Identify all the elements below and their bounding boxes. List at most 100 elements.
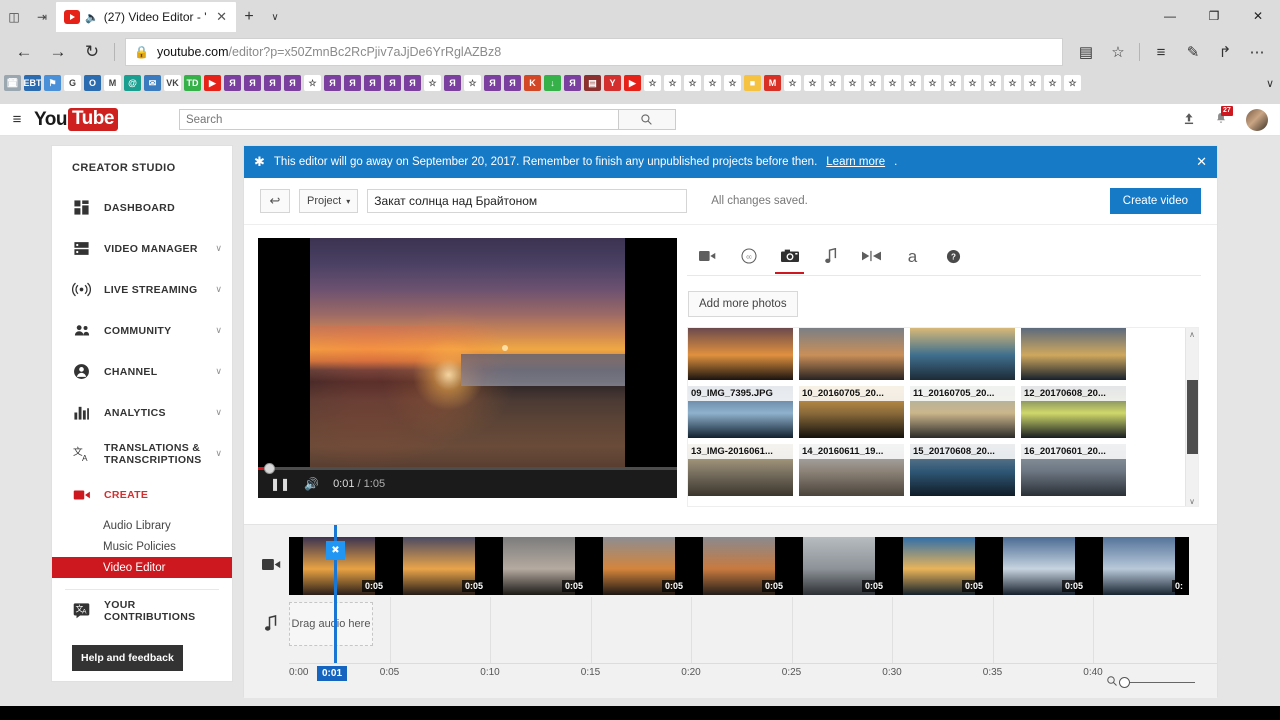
timeline-clip[interactable]: 0:	[1089, 537, 1189, 595]
photo-thumbnail[interactable]	[799, 328, 904, 380]
bookmark-item[interactable]: VK	[164, 75, 181, 91]
bookmark-item[interactable]: Я	[564, 75, 581, 91]
bookmark-item[interactable]: ☆	[1024, 75, 1041, 91]
timeline-clip[interactable]: 0:05	[889, 537, 989, 595]
timeline-playhead[interactable]: ✖ 0:01	[317, 525, 348, 681]
bookmark-item[interactable]: ☆	[724, 75, 741, 91]
bookmark-item[interactable]: ☆	[904, 75, 921, 91]
bookmark-item[interactable]: Я	[484, 75, 501, 91]
preview-stage[interactable]	[258, 238, 677, 470]
project-dropdown[interactable]: Project ▾	[299, 189, 359, 213]
scroll-up-icon[interactable]: ∧	[1186, 328, 1198, 341]
window-minimize-button[interactable]: —	[1148, 0, 1192, 32]
photos-scrollbar[interactable]: ∧ ∨	[1185, 328, 1198, 506]
bookmark-item[interactable]: Я	[264, 75, 281, 91]
sidebar-subitem-video-editor[interactable]: Video Editor	[52, 557, 232, 578]
help-and-feedback-button[interactable]: Help and feedback	[72, 645, 183, 671]
pause-icon[interactable]: ❚❚	[270, 477, 290, 491]
volume-icon[interactable]: 🔊	[304, 477, 319, 491]
bookmark-item[interactable]: K	[524, 75, 541, 91]
tab-creative-commons[interactable]: cc	[728, 238, 769, 274]
timeline-clip[interactable]: 0:05	[389, 537, 489, 595]
sidebar-item-community[interactable]: COMMUNITY ∨	[52, 310, 232, 351]
bookmark-item[interactable]: ☆	[824, 75, 841, 91]
tab-list-caret-icon[interactable]: ∨	[262, 2, 288, 32]
window-maximize-button[interactable]: ❐	[1192, 0, 1236, 32]
bookmark-item[interactable]: ✉	[144, 75, 161, 91]
forward-icon[interactable]: →	[42, 37, 74, 67]
bookmark-item[interactable]: ☆	[984, 75, 1001, 91]
photo-thumbnail[interactable]	[910, 328, 1015, 380]
create-video-button[interactable]: Create video	[1109, 188, 1201, 214]
avatar[interactable]	[1246, 108, 1268, 131]
bookmarks-overflow-caret-icon[interactable]: ∨	[1266, 77, 1276, 90]
bookmark-item[interactable]: ■	[744, 75, 761, 91]
sidebar-item-translations[interactable]: 文A TRANSLATIONS & TRANSCRIPTIONS ∨	[52, 433, 232, 474]
timeline-clip[interactable]: 0:05	[989, 537, 1089, 595]
bookmark-item[interactable]: M	[764, 75, 781, 91]
address-bar[interactable]: 🔒 youtube.com/editor?p=x50ZmnBc2RcPjiv7a…	[125, 38, 1063, 66]
bookmark-item[interactable]: ☆	[864, 75, 881, 91]
search-button[interactable]	[618, 109, 676, 130]
share-icon[interactable]: ↱	[1210, 37, 1240, 67]
bookmark-item[interactable]: Я	[224, 75, 241, 91]
sidebar-item-video-manager[interactable]: VIDEO MANAGER ∨	[52, 228, 232, 269]
bookmark-item[interactable]: Я	[404, 75, 421, 91]
audio-drop-zone[interactable]: Drag audio here	[289, 602, 373, 646]
bookmark-item[interactable]: ▶	[624, 75, 641, 91]
bookmark-item[interactable]: ☆	[944, 75, 961, 91]
upload-icon[interactable]	[1182, 111, 1196, 129]
scroll-down-icon[interactable]: ∨	[1186, 495, 1198, 506]
bookmark-item[interactable]: Я	[444, 75, 461, 91]
bookmark-item[interactable]: ☆	[704, 75, 721, 91]
banner-close-icon[interactable]: ✕	[1196, 154, 1207, 170]
photo-thumbnail[interactable]: 11_20160705_20...	[910, 386, 1015, 438]
sidebar-item-create[interactable]: CREATE	[52, 474, 232, 515]
tab-my-videos[interactable]	[687, 238, 728, 274]
bookmark-item[interactable]: Я	[244, 75, 261, 91]
bookmark-item[interactable]: ☆	[804, 75, 821, 91]
browser-tab[interactable]: 🔈 (27) Video Editor - ' ✕	[56, 2, 236, 32]
bookmark-item[interactable]: ☆	[964, 75, 981, 91]
more-settings-icon[interactable]: ⋯	[1242, 37, 1272, 67]
sidebar-subitem-audio-library[interactable]: Audio Library	[52, 515, 232, 536]
notifications-bell-icon[interactable]: 27	[1214, 105, 1233, 129]
sidebar-item-live-streaming[interactable]: LIVE STREAMING ∨	[52, 269, 232, 310]
bookmark-item[interactable]: ▶	[204, 75, 221, 91]
bookmark-item[interactable]: ☆	[464, 75, 481, 91]
bookmark-item[interactable]: Я	[324, 75, 341, 91]
player-progress-knob[interactable]	[264, 463, 275, 474]
favorites-star-icon[interactable]: ☆	[1103, 37, 1133, 67]
sidebar-item-dashboard[interactable]: DASHBOARD	[52, 187, 232, 228]
bookmark-item[interactable]: O	[84, 75, 101, 91]
timeline-ruler[interactable]: 0:00 0:05 0:10 0:15 0:20 0:25 0:30 0:35 0:40	[289, 663, 1217, 683]
bookmark-item[interactable]: 🗓	[4, 75, 21, 91]
bookmark-item[interactable]: ☆	[1044, 75, 1061, 91]
learn-more-link[interactable]: Learn more	[826, 156, 885, 168]
bookmark-item[interactable]: ☆	[304, 75, 321, 91]
timeline-clip[interactable]: 0:05	[789, 537, 889, 595]
timeline-clip[interactable]: 0:05	[689, 537, 789, 595]
set-aside-tabs-icon[interactable]: ⇥	[28, 2, 56, 32]
undo-icon[interactable]: ↩	[260, 189, 290, 213]
sidebar-item-channel[interactable]: CHANNEL ∨	[52, 351, 232, 392]
tab-audio-icon[interactable]: 🔈	[85, 11, 99, 24]
tab-transitions[interactable]	[851, 238, 892, 274]
tab-help[interactable]: ?	[933, 238, 974, 274]
web-note-icon[interactable]: ✎	[1178, 37, 1208, 67]
bookmark-item[interactable]: EBT	[24, 75, 42, 91]
bookmark-item[interactable]: ☆	[424, 75, 441, 91]
zoom-slider-track[interactable]	[1119, 677, 1195, 688]
tab-audio[interactable]	[810, 238, 851, 274]
window-close-button[interactable]: ✕	[1236, 0, 1280, 32]
bookmark-item[interactable]: ☆	[664, 75, 681, 91]
sidebar-item-analytics[interactable]: ANALYTICS ∨	[52, 392, 232, 433]
photo-thumbnail[interactable]: 13_IMG-2016061...	[688, 444, 793, 496]
tab-text[interactable]: a	[892, 238, 933, 274]
photo-thumbnail[interactable]: 09_IMG_7395.JPG	[688, 386, 793, 438]
photo-thumbnail[interactable]: 12_20170608_20...	[1021, 386, 1126, 438]
player-progress-bar[interactable]	[258, 463, 677, 474]
bookmark-item[interactable]: ☆	[844, 75, 861, 91]
bookmark-item[interactable]: ▤	[584, 75, 601, 91]
refresh-icon[interactable]: ↻	[76, 37, 108, 67]
